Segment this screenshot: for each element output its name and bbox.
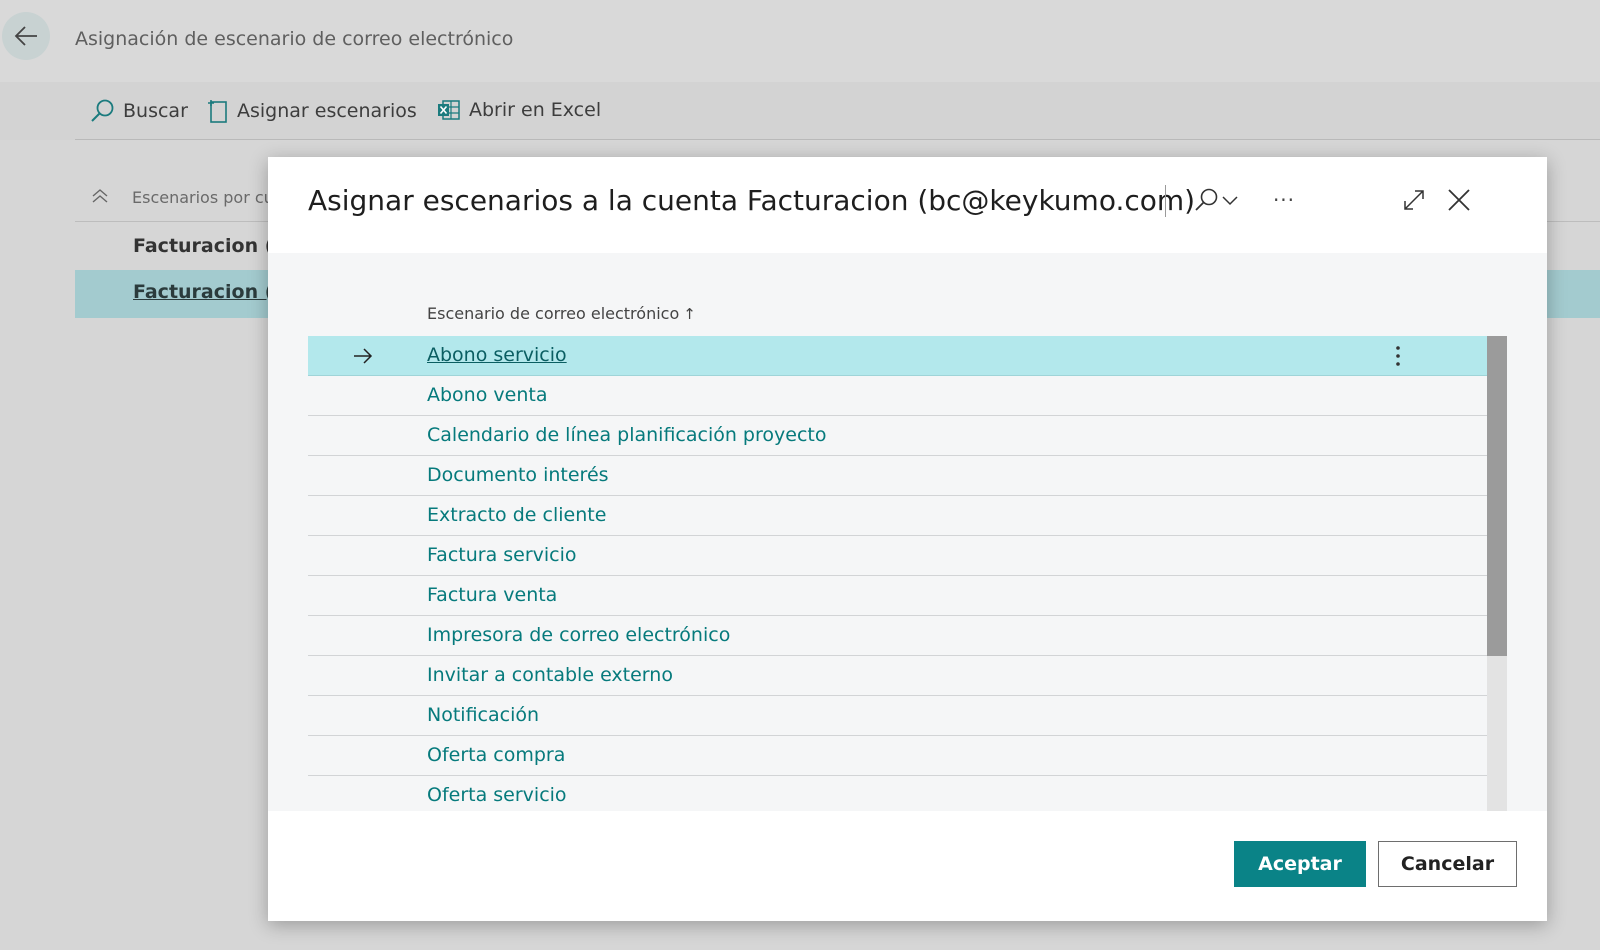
header-divider bbox=[1165, 185, 1166, 217]
table-row[interactable]: Abono servicio bbox=[308, 336, 1487, 376]
table-row[interactable]: Documento interés bbox=[308, 456, 1487, 496]
sort-ascending-icon: ↑ bbox=[683, 304, 696, 323]
table-row[interactable]: Factura servicio bbox=[308, 536, 1487, 576]
back-button[interactable] bbox=[2, 12, 50, 60]
scenario-cell[interactable]: Documento interés bbox=[427, 464, 609, 486]
search-icon bbox=[91, 99, 114, 122]
column-header-label: Escenario de correo electrónico bbox=[427, 304, 680, 323]
assign-scenarios-dialog: Asignar escenarios a la cuenta Facturaci… bbox=[268, 157, 1547, 921]
close-icon bbox=[1448, 189, 1470, 211]
scenario-cell[interactable]: Oferta servicio bbox=[427, 784, 567, 806]
expand-button[interactable] bbox=[1398, 183, 1430, 217]
scenario-cell[interactable]: Abono servicio bbox=[427, 344, 567, 366]
dialog-header: Asignar escenarios a la cuenta Facturaci… bbox=[268, 157, 1547, 253]
more-options-icon[interactable]: ··· bbox=[1266, 183, 1302, 217]
list-item-label[interactable]: Facturacion (b bbox=[133, 281, 287, 303]
scenario-cell[interactable]: Abono venta bbox=[427, 384, 547, 406]
scenario-cell[interactable]: Calendario de línea planificación proyec… bbox=[427, 424, 826, 446]
scenario-cell[interactable]: Impresora de correo electrónico bbox=[427, 624, 730, 646]
scenario-cell[interactable]: Notificación bbox=[427, 704, 539, 726]
search-icon bbox=[1195, 188, 1218, 211]
open-excel-action[interactable]: Abrir en Excel bbox=[437, 98, 601, 122]
search-dropdown-button[interactable] bbox=[1186, 183, 1246, 217]
close-button[interactable] bbox=[1442, 183, 1476, 217]
assign-document-icon bbox=[208, 100, 227, 123]
chevron-down-icon bbox=[1222, 196, 1238, 206]
table-row[interactable]: Calendario de línea planificación proyec… bbox=[308, 416, 1487, 456]
excel-icon bbox=[438, 100, 460, 120]
dialog-body: Escenario de correo electrónico ↑ Abono … bbox=[268, 253, 1547, 811]
scenario-cell[interactable]: Oferta compra bbox=[427, 744, 565, 766]
table-row[interactable]: Impresora de correo electrónico bbox=[308, 616, 1487, 656]
scrollbar-thumb[interactable] bbox=[1487, 336, 1507, 656]
table-row[interactable]: Notificación bbox=[308, 696, 1487, 736]
dialog-title: Asignar escenarios a la cuenta Facturaci… bbox=[308, 184, 1196, 217]
column-header[interactable]: Escenario de correo electrónico ↑ bbox=[427, 304, 696, 323]
table-row[interactable]: Invitar a contable externo bbox=[308, 656, 1487, 696]
table-row[interactable]: Oferta servicio bbox=[308, 776, 1487, 811]
table-row[interactable]: Abono venta bbox=[308, 376, 1487, 416]
search-action-label: Buscar bbox=[123, 100, 188, 122]
table-row[interactable]: Factura venta bbox=[308, 576, 1487, 616]
scenario-cell[interactable]: Factura servicio bbox=[427, 544, 577, 566]
action-bar-divider bbox=[75, 139, 1600, 140]
cancel-button[interactable]: Cancelar bbox=[1378, 841, 1517, 887]
assign-scenarios-action[interactable]: Asignar escenarios bbox=[207, 98, 417, 124]
table-row[interactable]: Extracto de cliente bbox=[308, 496, 1487, 536]
search-action[interactable]: Buscar bbox=[89, 98, 188, 124]
top-bar: Asignación de escenario de correo electr… bbox=[0, 0, 1600, 82]
row-arrow-icon bbox=[354, 348, 373, 364]
assign-scenarios-label: Asignar escenarios bbox=[237, 100, 417, 122]
list-header-label: Escenarios por cue bbox=[132, 188, 284, 207]
collapse-chevron-icon[interactable] bbox=[90, 186, 110, 206]
page-title: Asignación de escenario de correo electr… bbox=[75, 28, 514, 50]
accept-button[interactable]: Aceptar bbox=[1234, 841, 1366, 887]
scenario-cell[interactable]: Extracto de cliente bbox=[427, 504, 606, 526]
table-row[interactable]: Oferta compra bbox=[308, 736, 1487, 776]
scenario-list: Abono servicio Abono venta Calendario de… bbox=[308, 336, 1487, 811]
scenario-cell[interactable]: Factura venta bbox=[427, 584, 557, 606]
scenario-cell[interactable]: Invitar a contable externo bbox=[427, 664, 673, 686]
back-arrow-icon bbox=[14, 26, 37, 46]
expand-icon bbox=[1404, 190, 1424, 210]
row-more-icon[interactable] bbox=[1394, 344, 1402, 368]
open-excel-label: Abrir en Excel bbox=[469, 99, 602, 121]
